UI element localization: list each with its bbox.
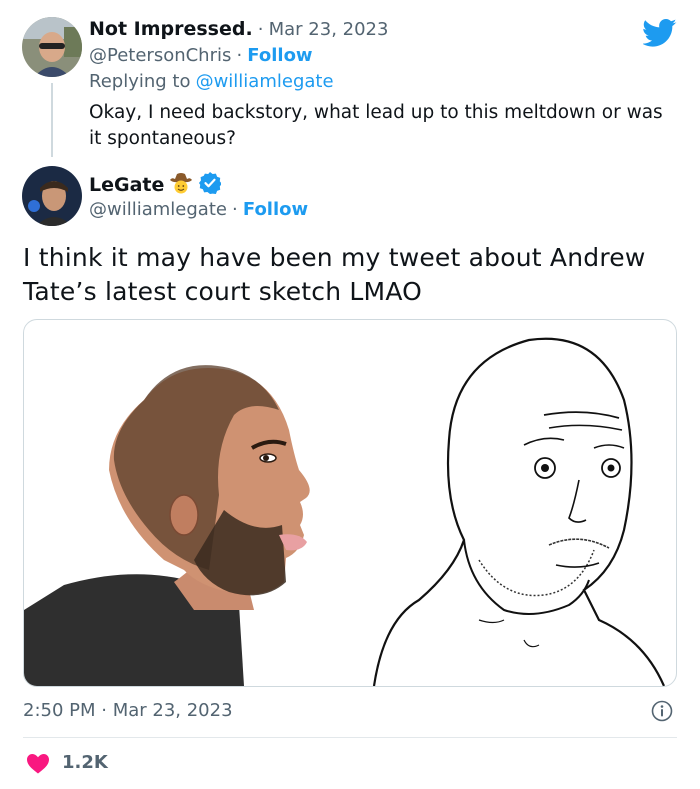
tweet-media-image[interactable] [23,319,677,687]
tweet-author-avatar[interactable] [22,166,82,226]
reply-separator: · [257,19,264,40]
reply-display-name[interactable]: Not Impressed. [89,18,253,40]
reply-follow-link[interactable]: Follow [247,45,312,66]
replying-to-row: Replying to @williamlegate [89,71,334,92]
tweet-handle[interactable]: @williamlegate [89,199,227,220]
verified-badge-icon [198,172,222,198]
replying-to-handle[interactable]: @williamlegate [196,71,334,92]
info-icon[interactable] [651,700,673,726]
reply-author-avatar[interactable] [22,17,82,77]
reply-header: Not Impressed. · Mar 23, 2023 [89,18,388,40]
reply-handle-dot: · [236,45,243,66]
tweet-follow-link[interactable]: Follow [243,199,308,220]
divider [23,737,677,738]
reply-text: Okay, I need backstory, what lead up to … [89,102,663,149]
replying-to-prefix: Replying to [89,71,191,92]
tweet-handle-dot: · [232,199,238,220]
like-count[interactable]: 1.2K [62,752,108,773]
tweet-header: LeGate [89,172,222,198]
tweet-text: I think it may have been my tweet about … [23,243,646,306]
tweet-handle-row: @williamlegate · Follow [89,199,308,220]
reply-handle-row: @PetersonChris · Follow [89,45,313,66]
heart-icon[interactable] [26,752,50,778]
twitter-bird-icon[interactable] [641,18,677,52]
tweet-display-name[interactable]: LeGate [89,174,164,196]
tweet-timestamp[interactable]: 2:50 PM · Mar 23, 2023 [23,700,233,721]
thread-connector-line [51,83,53,157]
reply-handle[interactable]: @PetersonChris [89,45,231,66]
reply-date[interactable]: Mar 23, 2023 [269,19,389,40]
cowboy-emoji-icon [169,172,193,198]
